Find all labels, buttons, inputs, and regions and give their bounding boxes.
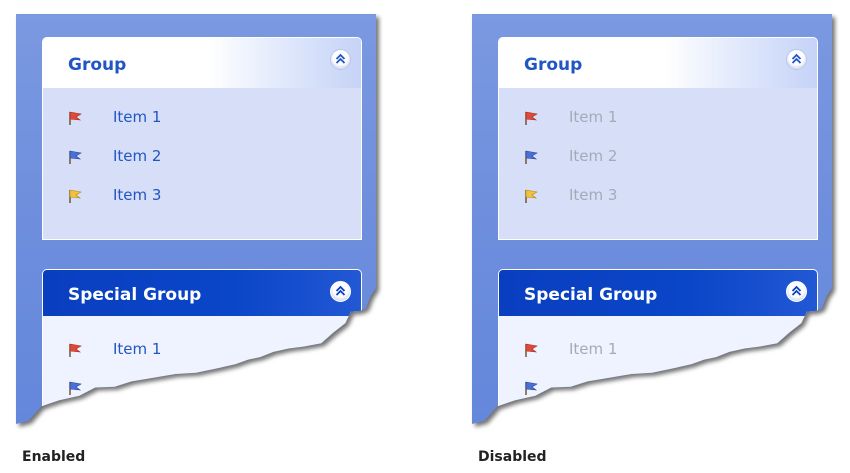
list-item-label: Item 1 [113,108,162,126]
chevron-double-up-icon [335,285,346,296]
state-caption: Enabled [22,449,86,465]
list-item [523,378,723,398]
list-item-label: Item 1 [569,108,618,126]
list-item[interactable] [67,378,267,398]
red-flag-icon [525,343,538,357]
group-title: Group [524,55,583,75]
list-item[interactable]: Item 1 [67,108,267,128]
torn-edge-shadow: Group Item 1 Item 2 Item 3 Special Group… [472,0,842,430]
blue-flag-icon [69,381,82,395]
list-item-label: Item 2 [569,147,618,165]
taskpane-background: Group Item 1 Item 2 Item 3 Special Group… [472,14,832,424]
special-group-title: Special Group [68,285,202,305]
list-item-label: Item 3 [569,186,618,204]
disabled-taskpane-demo: Group Item 1 Item 2 Item 3 Special Group… [472,0,842,473]
special-group-header: Special Group [499,270,817,316]
yellow-flag-icon [69,189,82,203]
red-flag-icon [69,343,82,357]
list-item-label: Item 2 [113,147,162,165]
state-caption: Disabled [478,449,547,465]
list-item-label: Item 1 [113,340,162,358]
special-group-panel: Special Group Item 1 [42,269,362,424]
blue-flag-icon [69,150,82,164]
special-group-header[interactable]: Special Group [43,270,361,316]
group-header[interactable]: Group [43,38,361,88]
red-flag-icon [69,111,82,125]
list-item[interactable]: Item 2 [67,147,267,167]
collapse-button[interactable] [330,49,351,70]
chevron-double-up-icon [791,53,802,64]
group-title: Group [68,55,127,75]
chevron-double-up-icon [791,285,802,296]
list-item: Item 2 [523,147,723,167]
list-item[interactable]: Item 1 [67,340,267,360]
collapse-button [786,49,807,70]
blue-flag-icon [525,150,538,164]
list-item[interactable]: Item 3 [67,186,267,206]
group-header: Group [499,38,817,88]
group-panel: Group Item 1 Item 2 Item 3 [498,37,818,240]
blue-flag-icon [525,381,538,395]
chevron-double-up-icon [335,53,346,64]
list-item: Item 1 [523,108,723,128]
special-group-panel: Special Group Item 1 [498,269,818,424]
red-flag-icon [525,111,538,125]
special-group-title: Special Group [524,285,658,305]
enabled-taskpane-demo: Group Item 1 Item 2 Item 3 Special Group… [16,0,386,473]
group-panel: Group Item 1 Item 2 Item 3 [42,37,362,240]
torn-edge-shadow: Group Item 1 Item 2 Item 3 Special Group… [16,0,386,430]
taskpane-background: Group Item 1 Item 2 Item 3 Special Group… [16,14,376,424]
yellow-flag-icon [525,189,538,203]
list-item-label: Item 1 [569,340,618,358]
collapse-button [786,281,807,302]
list-item: Item 3 [523,186,723,206]
list-item: Item 1 [523,340,723,360]
list-item-label: Item 3 [113,186,162,204]
collapse-button[interactable] [330,281,351,302]
